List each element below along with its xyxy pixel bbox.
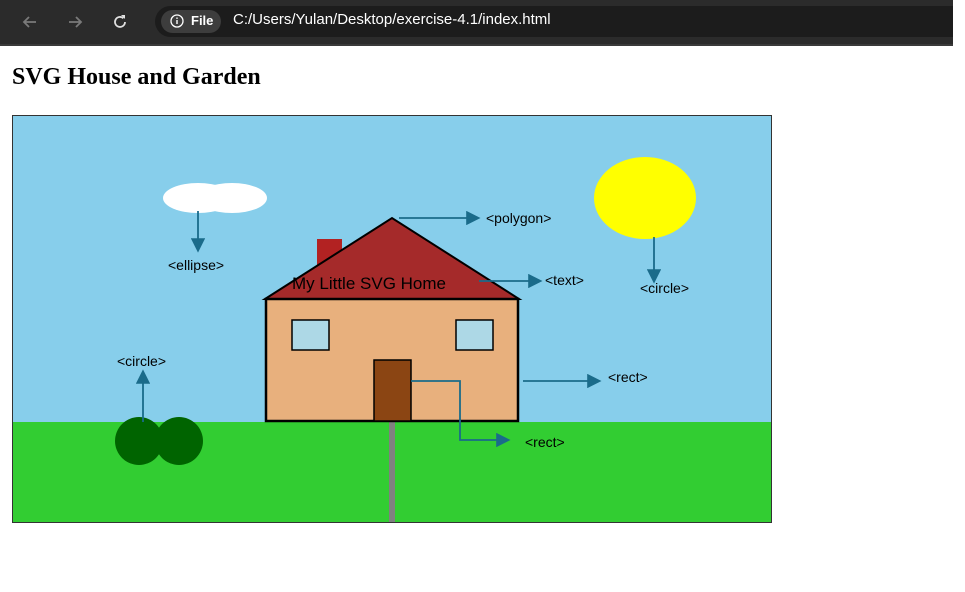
site-info-chip[interactable]: File xyxy=(161,10,221,33)
arrow-left-icon xyxy=(22,16,36,28)
cloud xyxy=(163,183,267,213)
window-right xyxy=(455,319,494,351)
house-text: My Little SVG Home xyxy=(292,274,446,293)
text-label: <text> xyxy=(545,272,584,288)
house-rect-label: <rect> xyxy=(608,369,648,385)
browser-toolbar: File C:/Users/Yulan/Desktop/exercise-4.1… xyxy=(0,0,953,46)
back-button[interactable] xyxy=(15,7,45,37)
sun-circle-label: <circle> xyxy=(640,280,689,296)
url-text[interactable]: C:/Users/Yulan/Desktop/exercise-4.1/inde… xyxy=(233,11,551,28)
arrow-right-icon xyxy=(69,16,83,28)
address-bar[interactable]: File C:/Users/Yulan/Desktop/exercise-4.1… xyxy=(155,6,953,37)
reload-button[interactable] xyxy=(105,7,135,37)
file-label: File xyxy=(191,13,214,28)
door-rect-label: <rect> xyxy=(525,434,565,450)
door xyxy=(373,359,412,422)
info-icon xyxy=(170,14,184,28)
page-title: SVG House and Garden xyxy=(12,64,261,90)
bush-circle-label: <circle> xyxy=(117,353,166,369)
sun xyxy=(594,157,696,239)
svg-scene: My Little SVG Home <ellipse> <polygon> <… xyxy=(12,115,772,523)
reload-icon xyxy=(114,15,126,28)
forward-button[interactable] xyxy=(60,7,90,37)
ellipse-label: <ellipse> xyxy=(168,257,224,273)
window-left xyxy=(291,319,330,351)
polygon-label: <polygon> xyxy=(486,210,551,226)
path xyxy=(389,422,395,522)
